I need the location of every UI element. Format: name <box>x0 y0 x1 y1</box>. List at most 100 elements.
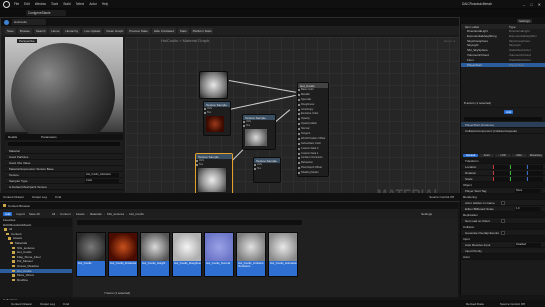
section-header[interactable]: Actor <box>461 254 545 260</box>
toolbar-search-button[interactable]: Search <box>33 27 48 34</box>
outliner-row[interactable]: PlayerStart PlayerStart <box>461 62 545 68</box>
content-drawer-button[interactable]: Content Drawer <box>11 302 32 306</box>
details-search-input[interactable] <box>464 117 542 121</box>
sampler-value-field[interactable]: Color <box>85 179 119 183</box>
tab-material[interactable]: HoiCoolis <box>12 19 46 25</box>
asset-tile-texture[interactable]: Hol_Coolis_Roughness <box>172 232 202 277</box>
derived-data-button[interactable]: Derived Data <box>466 302 484 306</box>
details-tab-lod[interactable]: LOD <box>495 153 511 157</box>
axis-field[interactable] <box>527 177 543 181</box>
asset-tile-texture[interactable]: Hol_Coolis_Normal <box>204 232 234 277</box>
details-prop-row[interactable]: Is Default Meshpaint Texture <box>5 184 123 190</box>
asset-tile-material[interactable]: Hol_Coolis <box>76 232 106 277</box>
player-start-tag-field[interactable]: None <box>515 189 541 193</box>
menu-item-actor[interactable]: Actor <box>89 2 96 6</box>
axis-field[interactable] <box>510 171 526 175</box>
breadcrumb-item[interactable]: Hol_Coolis <box>129 212 144 216</box>
toolbar-clean-graph-button[interactable]: Clean Graph <box>104 27 126 34</box>
toolbar-hierarchy-button[interactable]: Hierarchy <box>63 27 81 34</box>
texture-sample-node-top[interactable] <box>199 71 228 99</box>
menu-item-file[interactable]: File <box>14 2 19 6</box>
node-pin[interactable]: Tex <box>196 163 232 167</box>
preview-viewport[interactable]: Perspective <box>5 37 123 147</box>
toolbar-hide-unrelated-button[interactable]: Hide Unrelated <box>151 27 176 34</box>
texture-sample-node-3[interactable]: Texture Sample UVs Tex <box>195 153 233 197</box>
details-tab-actor[interactable]: Actor <box>479 153 495 157</box>
node-pin[interactable]: Tex <box>243 124 275 128</box>
folder-tree-item[interactable]: Roofline <box>0 278 72 283</box>
axis-field[interactable] <box>527 165 543 169</box>
details-tab-general[interactable]: General <box>463 153 479 157</box>
auto-receive-input-select[interactable]: Disabled <box>515 243 541 247</box>
toolbar-platform-stats-button[interactable]: Platform Stats <box>190 27 214 34</box>
content-settings-button[interactable]: Settings <box>421 212 432 216</box>
texture-sample-node-1[interactable]: Texture Sample UVs Tex <box>203 101 231 136</box>
asset-tile-texture[interactable]: Hol_Coolis_Ambient Occlusion <box>236 232 266 277</box>
minimize-icon[interactable]: – <box>523 2 525 7</box>
checkbox[interactable] <box>501 201 505 205</box>
add-button[interactable]: Add <box>3 211 13 216</box>
close-icon[interactable]: ✕ <box>538 2 541 7</box>
menu-item-build[interactable]: Build <box>63 2 70 6</box>
node-pin[interactable]: Shading Model <box>298 171 328 176</box>
maximize-icon[interactable]: □ <box>530 2 532 7</box>
toolbar-preview-state-button[interactable]: Preview State <box>127 27 150 34</box>
axis-field[interactable] <box>527 171 543 175</box>
cmd-button[interactable]: Cmd <box>55 195 61 199</box>
cmd-button[interactable]: Cmd <box>63 302 69 306</box>
toolbar-home-button[interactable]: Home <box>49 27 62 34</box>
save-all-button[interactable]: Save All <box>29 212 40 216</box>
breadcrumb-item[interactable]: Content <box>60 212 71 216</box>
texture-sample-node-2[interactable]: Texture Sample UVs Tex <box>242 114 276 150</box>
toolbar-live-update-button[interactable]: Live Update <box>82 27 103 34</box>
asset-tile-texture[interactable]: Hol_Coolis_Emissive <box>108 232 138 277</box>
content-drawer-button[interactable]: Content Drawer <box>3 195 24 199</box>
source-control-status[interactable]: Source Control Off <box>429 195 454 199</box>
axis-field[interactable] <box>493 177 509 181</box>
breadcrumb-item[interactable]: Materials <box>90 212 102 216</box>
node-pin[interactable]: Tex <box>204 111 230 115</box>
axis-field[interactable] <box>510 165 526 169</box>
viewport-perspective-label[interactable]: Perspective <box>17 39 37 43</box>
breadcrumb-item[interactable]: SIG_textures <box>107 212 125 216</box>
add-component-button[interactable]: Add <box>504 110 514 114</box>
checkbox[interactable] <box>501 231 505 235</box>
toolbar-browse-button[interactable]: Browse <box>17 27 32 34</box>
axis-field[interactable] <box>493 171 509 175</box>
toolbar-stats-button[interactable]: Stats <box>177 27 189 34</box>
tab-editor[interactable]: ConigeneStaxle <box>26 10 66 16</box>
tab-parameters[interactable]: Parameters <box>41 135 57 139</box>
output-log-button[interactable]: Output Log <box>32 195 47 199</box>
outliner-col-label[interactable]: Item Label <box>465 25 509 29</box>
component-item[interactable]: CollisionComponent (CollisionCapsule) <box>461 128 545 134</box>
tab-details[interactable]: Details <box>8 135 17 139</box>
outliner-col-type[interactable]: Type <box>509 25 516 29</box>
breadcrumb-item[interactable]: Assets <box>76 212 85 216</box>
menu-item-tools[interactable]: Tools <box>51 2 58 6</box>
settings-button[interactable]: Settings <box>517 18 532 23</box>
material-graph[interactable]: HolCoolis > Material Graph Zoom -4 MATER… <box>125 37 459 200</box>
toolbar-save-button[interactable]: Save <box>5 27 16 34</box>
menu-item-select[interactable]: Select <box>76 2 85 6</box>
menu-item-help[interactable]: Help <box>102 2 109 6</box>
billboard-scale-field[interactable]: 1.0 <box>515 207 541 211</box>
details-search-input[interactable] <box>8 142 120 146</box>
details-tab-streaming[interactable]: Streaming <box>527 153 544 157</box>
menu-item-window[interactable]: Window <box>35 2 46 6</box>
unreal-logo-icon[interactable] <box>3 0 10 8</box>
output-log-button[interactable]: Output Log <box>40 302 55 306</box>
axis-field[interactable] <box>510 177 526 181</box>
details-tab-misc[interactable]: Misc <box>511 153 527 157</box>
checkbox[interactable] <box>501 219 505 223</box>
menu-item-edit[interactable]: Edit <box>24 2 30 6</box>
asset-tile-texture[interactable]: Hol_Coolis_Holmaton <box>268 232 298 277</box>
axis-field[interactable] <box>493 165 509 169</box>
material-output-node[interactable]: Hol_Coolis Base Color Metallic Specular Rou… <box>297 82 329 177</box>
asset-search-input[interactable] <box>77 220 302 225</box>
node-pin[interactable]: Tex <box>254 167 280 171</box>
texture-sample-node-4[interactable]: Texture Sample UVs Tex <box>253 157 281 183</box>
asset-tile-texture[interactable]: Hol_Coolis_Height <box>140 232 170 277</box>
source-control-status[interactable]: Source Control Off <box>500 302 525 306</box>
breadcrumb-item[interactable]: All <box>52 212 55 216</box>
import-button[interactable]: Import <box>16 212 25 216</box>
